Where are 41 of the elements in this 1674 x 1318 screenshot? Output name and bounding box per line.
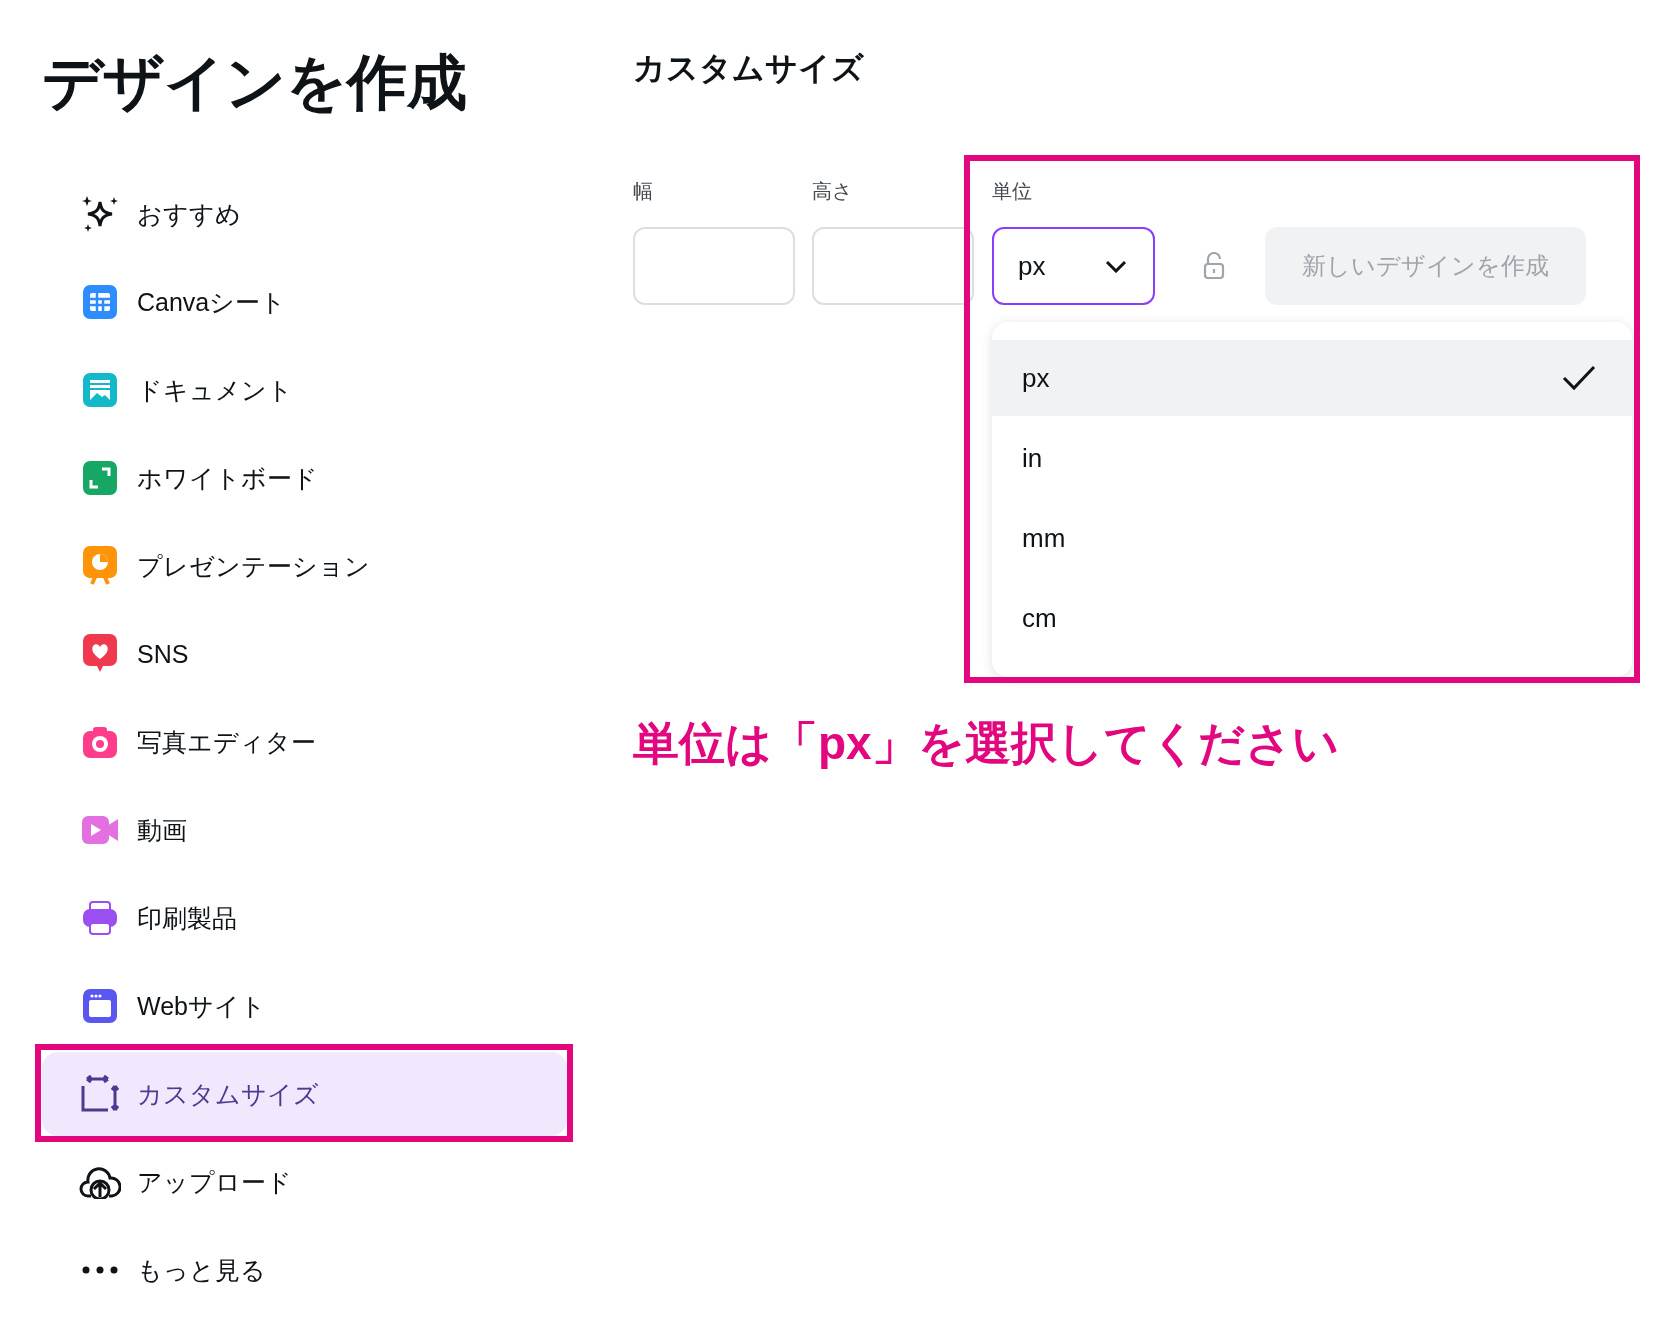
dropdown-option[interactable]: px xyxy=(992,340,1632,416)
dropdown-option[interactable]: in xyxy=(992,420,1632,496)
heart-bubble-icon xyxy=(83,634,117,674)
sidebar-item[interactable]: Webサイト xyxy=(42,964,567,1048)
field-label: 幅 xyxy=(633,179,654,204)
sidebar-item[interactable]: プレゼンテーション xyxy=(42,524,567,608)
dropdown-option[interactable]: mm xyxy=(992,500,1632,576)
sidebar-item[interactable]: Canvaシート xyxy=(42,260,567,344)
resize-arrows-icon xyxy=(80,1074,120,1114)
sidebar-item[interactable]: 印刷製品 xyxy=(42,876,567,960)
video-camera-icon xyxy=(82,816,118,844)
printer-icon xyxy=(83,901,117,935)
field-label: 高さ xyxy=(812,179,853,204)
input-field[interactable] xyxy=(812,227,974,305)
sidebar-item[interactable]: カスタムサイズ xyxy=(42,1052,567,1136)
sidebar-item[interactable]: 動画 xyxy=(42,788,567,872)
section-heading: カスタムサイズ xyxy=(633,49,865,88)
browser-window-icon xyxy=(83,989,117,1023)
sidebar-item[interactable]: ホワイトボード xyxy=(42,436,567,520)
input-field[interactable] xyxy=(633,227,795,305)
presentation-easel-icon xyxy=(83,546,117,586)
annotation-text: 単位は「px」を選択してください xyxy=(633,716,1340,771)
field-label: 単位 xyxy=(992,179,1033,204)
cloud-upload-icon xyxy=(79,1165,121,1199)
expand-corners-icon xyxy=(83,461,117,495)
camera-icon xyxy=(83,726,117,758)
sidebar-item[interactable]: 写真エディター xyxy=(42,700,567,784)
document-image-icon xyxy=(83,373,117,407)
unit-dropdown[interactable]: px xyxy=(992,227,1155,305)
sidebar-item[interactable]: おすすめ xyxy=(42,172,567,256)
sidebar-item[interactable]: SNS xyxy=(42,612,567,696)
chevron-icon xyxy=(1105,259,1127,273)
dropdown-option[interactable]: cm xyxy=(992,580,1632,656)
lock-icon[interactable] xyxy=(1203,252,1225,280)
more-dots-icon xyxy=(82,1266,118,1274)
grid-icon xyxy=(83,285,117,319)
sidebar-item[interactable]: ドキュメント xyxy=(42,348,567,432)
sidebar-item[interactable]: アップロード xyxy=(42,1140,567,1224)
page-title: デザインを作成 xyxy=(42,48,468,118)
sidebar-item[interactable]: もっと見る xyxy=(42,1228,567,1312)
checkmark-icon xyxy=(1562,365,1596,391)
